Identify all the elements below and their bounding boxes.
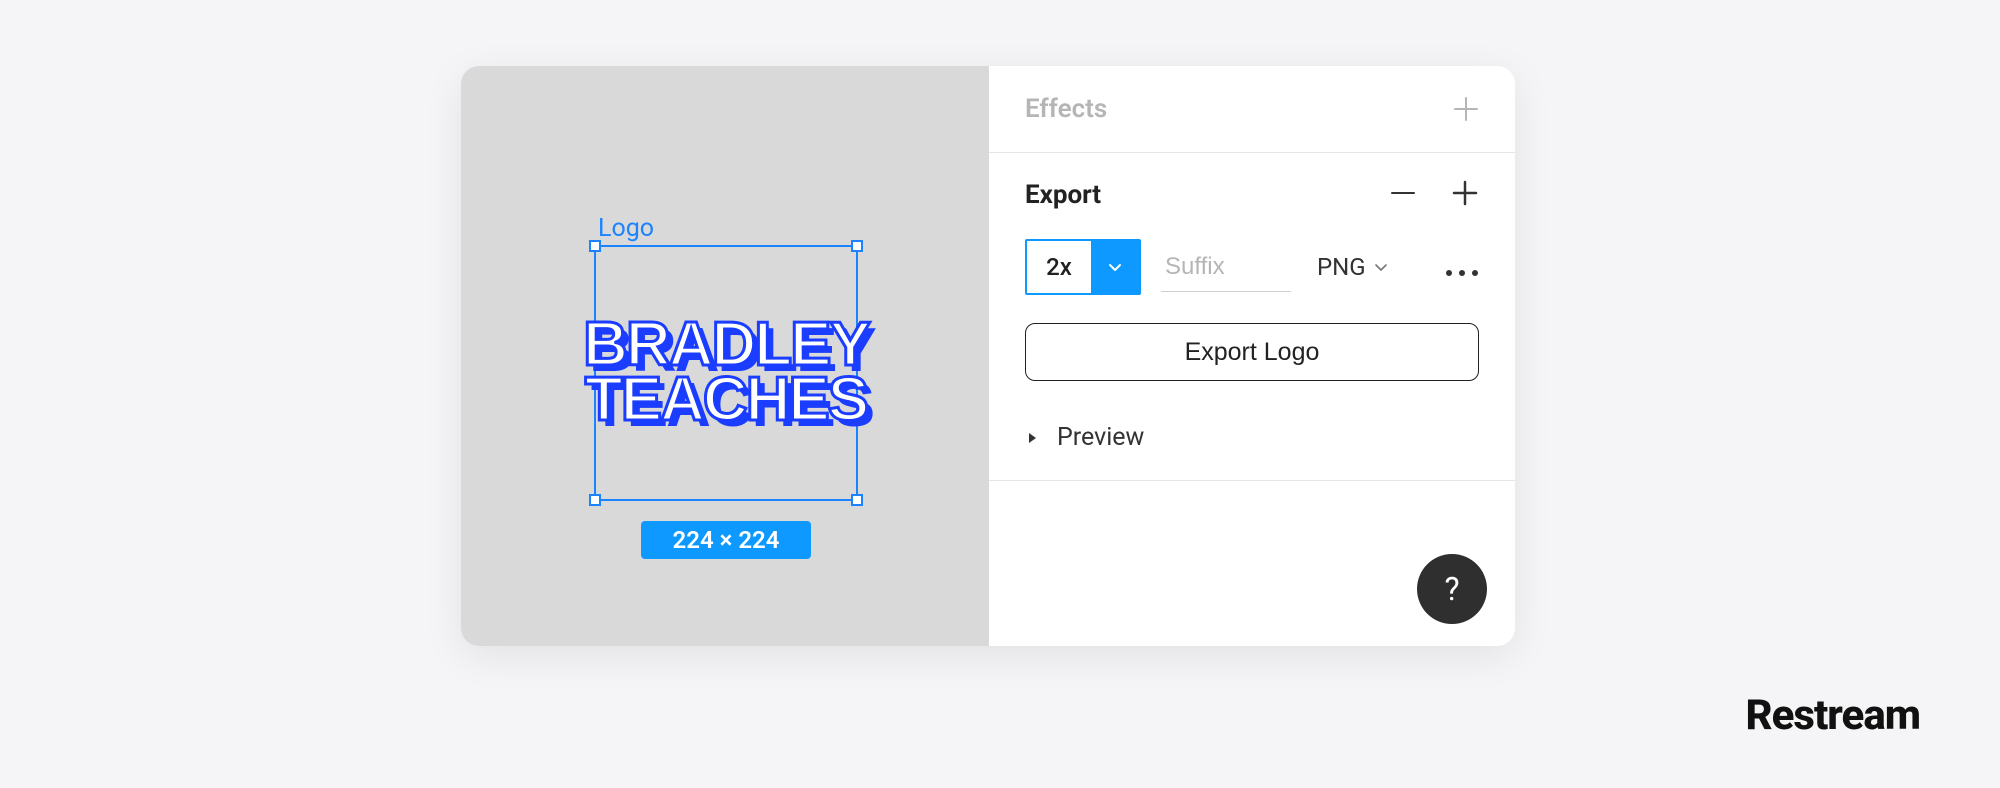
export-scale-dropdown-button[interactable] — [1091, 241, 1139, 293]
export-scale-value: 2x — [1027, 241, 1091, 293]
chevron-down-icon — [1374, 260, 1388, 274]
resize-handle-top-right[interactable] — [851, 240, 863, 252]
editor-window: Logo BRADLEY TEACHES 224 × 224 Effects — [461, 66, 1515, 646]
selection-bounds[interactable]: BRADLEY TEACHES — [594, 245, 858, 501]
export-suffix-input[interactable] — [1161, 243, 1291, 292]
question-mark-icon: ? — [1444, 570, 1459, 608]
logo-text-line-2: TEACHES — [585, 373, 867, 428]
export-scale-select[interactable]: 2x — [1025, 239, 1141, 295]
effects-section-title: Effects — [1025, 94, 1107, 124]
add-effect-button[interactable] — [1453, 96, 1479, 122]
minus-icon — [1389, 179, 1417, 207]
export-button[interactable]: Export Logo — [1025, 323, 1479, 381]
remove-export-setting-button[interactable] — [1389, 179, 1417, 211]
selected-frame[interactable]: Logo BRADLEY TEACHES — [594, 214, 858, 501]
export-format-select[interactable]: PNG — [1317, 253, 1388, 281]
add-export-setting-button[interactable] — [1451, 179, 1479, 211]
frame-name-label[interactable]: Logo — [598, 214, 858, 243]
chevron-down-icon — [1107, 259, 1123, 275]
plus-icon — [1451, 179, 1479, 207]
watermark: Restream — [1745, 691, 1920, 740]
ellipsis-icon — [1445, 269, 1479, 277]
export-section-title: Export — [1025, 180, 1101, 210]
canvas-pane[interactable]: Logo BRADLEY TEACHES 224 × 224 — [461, 66, 989, 646]
export-preview-label: Preview — [1057, 423, 1144, 452]
resize-handle-bottom-right[interactable] — [851, 494, 863, 506]
logo-artwork: BRADLEY TEACHES — [602, 253, 850, 493]
resize-handle-top-left[interactable] — [589, 240, 601, 252]
help-button[interactable]: ? — [1417, 554, 1487, 624]
resize-handle-bottom-left[interactable] — [589, 494, 601, 506]
dimensions-badge: 224 × 224 — [641, 521, 811, 559]
export-preview-toggle[interactable]: Preview — [989, 405, 1515, 480]
export-format-value: PNG — [1317, 253, 1366, 281]
plus-icon — [1453, 96, 1479, 122]
caret-right-icon — [1025, 431, 1039, 445]
export-more-options-button[interactable] — [1445, 251, 1479, 284]
